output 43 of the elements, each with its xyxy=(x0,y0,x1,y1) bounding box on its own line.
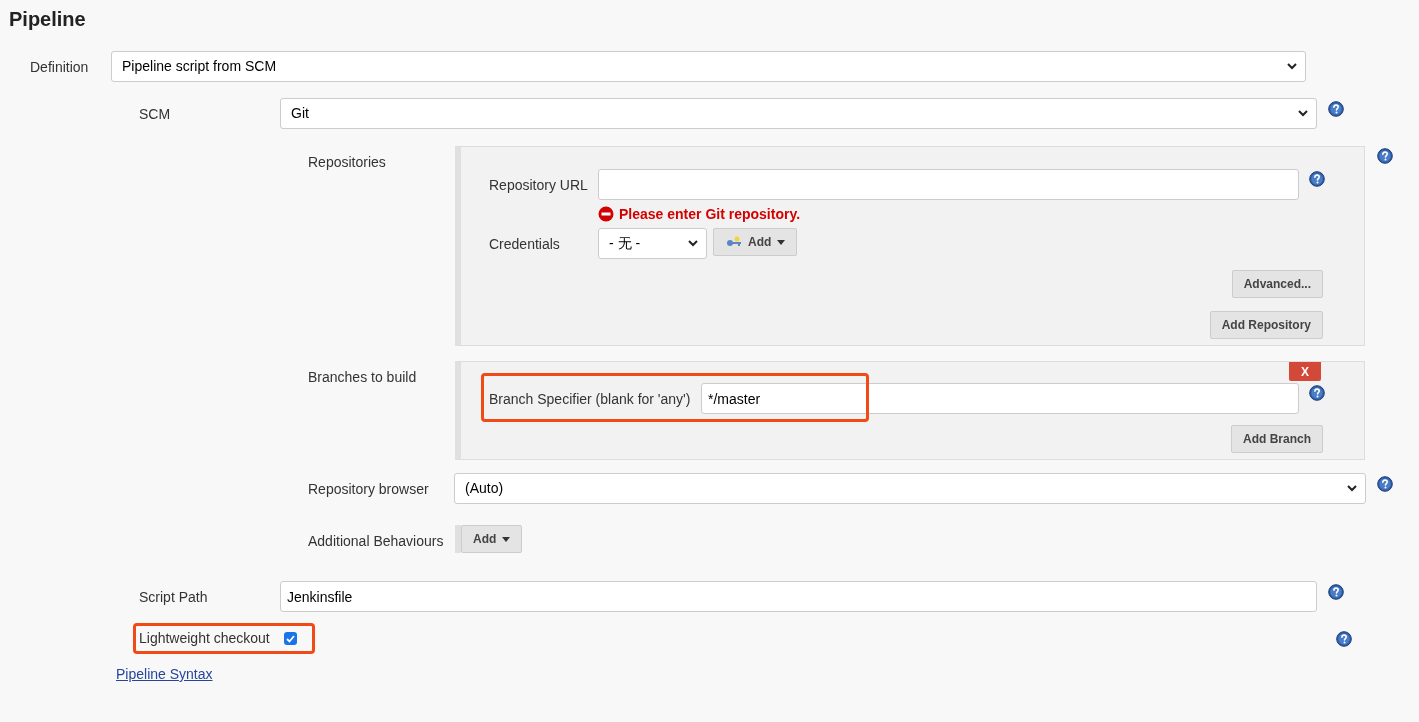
field-label: Repositories xyxy=(308,153,387,172)
help-icon[interactable] xyxy=(1377,148,1393,164)
help-icon[interactable] xyxy=(1377,476,1393,492)
field-label: Lightweight checkout xyxy=(139,629,270,648)
delete-button[interactable]: X xyxy=(1289,362,1321,381)
chevron-down-icon xyxy=(1347,485,1357,492)
add-credentials-button[interactable]: Add xyxy=(713,228,798,256)
checkbox[interactable] xyxy=(283,632,297,645)
field-label: Script Path xyxy=(139,588,209,607)
caret-icon xyxy=(502,536,511,542)
scm-dropdown[interactable]: Git xyxy=(280,98,1317,129)
definition-dropdown[interactable]: Pipeline script from SCM xyxy=(111,51,1306,82)
help-icon[interactable] xyxy=(1336,630,1352,647)
chevron-down-icon xyxy=(1287,63,1297,70)
add-behaviour-button[interactable]: Add xyxy=(461,525,523,553)
chevron-down-icon xyxy=(1298,110,1308,117)
field-label: Repository URL xyxy=(489,176,589,195)
credentials-dropdown[interactable]: - 无 - xyxy=(598,228,707,259)
add-branch-button[interactable]: Add Branch xyxy=(1231,425,1323,453)
repository-browser-dropdown[interactable]: (Auto) xyxy=(454,473,1366,504)
script-path-field[interactable]: Jenkinsfile xyxy=(280,581,1317,612)
help-icon[interactable] xyxy=(1309,385,1325,401)
repository-url-field[interactable] xyxy=(598,169,1299,200)
field-label: Repository browser xyxy=(308,480,430,499)
error-message: Please enter Git repository. xyxy=(619,204,801,224)
field-label: Branches to build xyxy=(308,368,418,387)
key-icon xyxy=(726,236,742,248)
help-icon[interactable] xyxy=(1309,171,1325,187)
field-label: Branch Specifier (blank for 'any') xyxy=(489,390,692,409)
section-title: Pipeline xyxy=(9,7,86,32)
branch-specifier-field[interactable]: */master xyxy=(701,383,1299,414)
field-label: Credentials xyxy=(489,235,561,254)
field-label: Definition xyxy=(30,58,90,77)
field-label: SCM xyxy=(139,105,172,124)
help-icon[interactable] xyxy=(1328,584,1344,600)
pipeline-syntax-link[interactable]: Pipeline Syntax xyxy=(116,666,213,682)
add-repository-button[interactable]: Add Repository xyxy=(1209,311,1323,339)
advanced-button[interactable]: Advanced... xyxy=(1231,270,1323,298)
caret-icon xyxy=(777,239,786,245)
chevron-down-icon xyxy=(688,240,698,247)
error-icon xyxy=(598,206,614,222)
help-icon[interactable] xyxy=(1328,101,1344,117)
field-label: Additional Behaviours xyxy=(308,532,445,551)
